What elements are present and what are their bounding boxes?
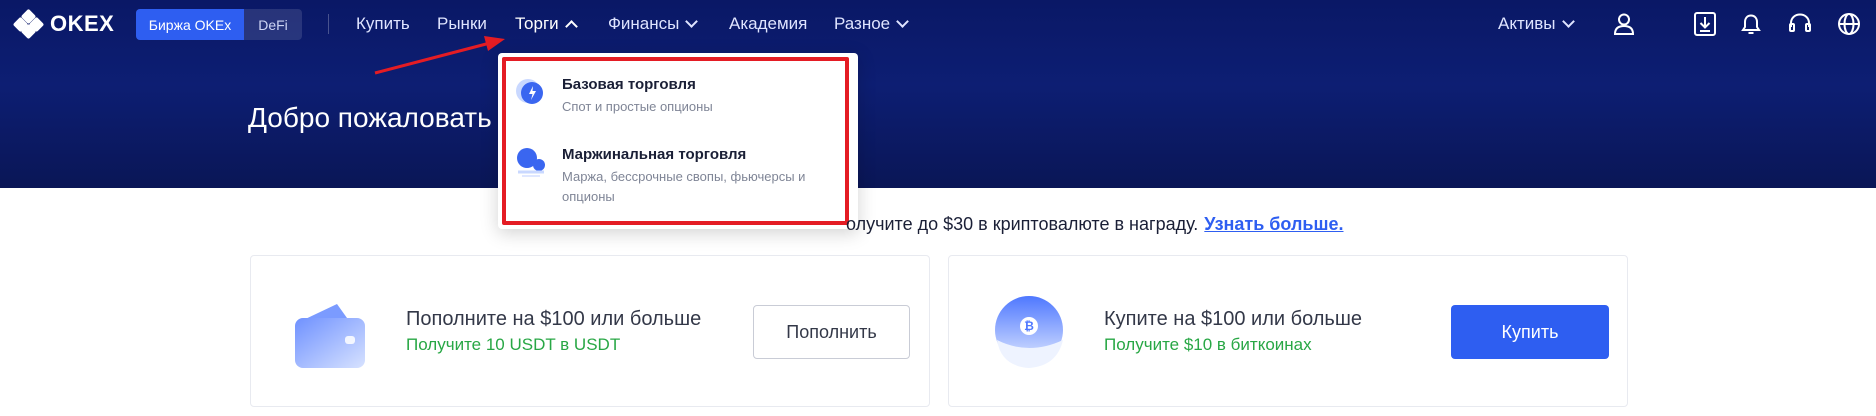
logo[interactable]: OKEX	[12, 8, 115, 40]
nav-divider	[328, 14, 329, 34]
margin-trading-subtitle-line2: опционы	[562, 189, 615, 204]
nav-markets-label: Рынки	[437, 14, 487, 33]
bell-icon[interactable]	[1738, 11, 1764, 37]
deposit-button[interactable]: Пополнить	[753, 305, 910, 359]
buy-card-title: Купите на $100 или больше	[1104, 308, 1363, 330]
page-root: Добро пожаловать в OKEX Биржа OKEx DeFi …	[0, 0, 1876, 416]
buy-card-subtitle: Получите $10 в биткоинах	[1104, 335, 1312, 354]
user-icon[interactable]	[1611, 11, 1637, 37]
nav-trade-label: Торги	[515, 14, 559, 33]
basic-trading-subtitle: Спот и простые опционы	[562, 99, 713, 114]
top-nav: OKEX Биржа OKEx DeFi Купить Рынки Торги …	[0, 0, 1876, 48]
download-icon[interactable]	[1692, 11, 1718, 37]
nav-more-label: Разное	[834, 14, 891, 33]
nav-assets-label: Активы	[1498, 14, 1556, 33]
nav-academy[interactable]: Академия	[729, 13, 807, 35]
chevron-down-icon	[685, 15, 699, 28]
nav-trade[interactable]: Торги	[515, 13, 578, 35]
basic-trading-icon	[514, 75, 548, 109]
logo-icon	[12, 8, 45, 40]
menu-item-basic-trading[interactable]: Базовая торговля Спот и простые опционы	[514, 75, 834, 117]
deposit-card-title: Пополните на $100 или больше	[406, 308, 702, 330]
logo-text: OKEX	[50, 11, 115, 36]
deposit-card: Пополните на $100 или больше Получите 10…	[250, 255, 930, 407]
wallet-icon	[289, 292, 373, 376]
headset-icon[interactable]	[1787, 11, 1813, 37]
nav-assets[interactable]: Активы	[1498, 13, 1575, 35]
learn-more-link[interactable]: Узнать больше.	[1204, 214, 1343, 234]
welcome-heading: Добро пожаловать в	[248, 102, 515, 133]
chevron-down-icon	[1561, 15, 1575, 28]
nav-buy-label: Купить	[356, 14, 410, 33]
margin-trading-subtitle: Маржа, бессрочные свопы, фьючерсы и опци…	[562, 167, 805, 207]
promo-line: олучите до $30 в криптовалюте в награду.…	[846, 214, 1344, 235]
buy-button[interactable]: Купить	[1451, 305, 1609, 359]
margin-trading-title: Маржинальная торговля	[562, 146, 747, 163]
tab-exchange[interactable]: Биржа OKEx	[136, 9, 244, 40]
nav-buy[interactable]: Купить	[356, 13, 410, 35]
menu-item-margin-trading[interactable]: Маржинальная торговля Маржа, бессрочные …	[514, 145, 834, 207]
globe-icon[interactable]	[1836, 11, 1862, 37]
margin-trading-subtitle-line1: Маржа, бессрочные свопы, фьючерсы и	[562, 169, 806, 184]
chevron-down-icon	[896, 15, 910, 28]
nav-finance-label: Финансы	[608, 14, 680, 33]
buy-card: ₿ Купите на $100 или больше Получите $10…	[948, 255, 1628, 407]
nav-more[interactable]: Разное	[834, 13, 910, 35]
svg-text:₿: ₿	[1024, 319, 1034, 333]
tab-defi[interactable]: DeFi	[244, 9, 302, 40]
promo-text: олучите до $30 в криптовалюте в награду.	[846, 214, 1199, 234]
deposit-card-subtitle: Получите 10 USDT в USDT	[406, 335, 621, 354]
trade-dropdown: Базовая торговля Спот и простые опционы …	[498, 53, 858, 229]
chevron-up-icon	[564, 19, 578, 33]
nav-markets[interactable]: Рынки	[437, 13, 487, 35]
bitcoin-icon: ₿	[987, 292, 1071, 376]
basic-trading-title: Базовая торговля	[562, 76, 696, 93]
platform-switch: Биржа OKEx DeFi	[136, 9, 302, 40]
nav-academy-label: Академия	[729, 14, 808, 33]
margin-trading-icon	[514, 145, 548, 179]
nav-finance[interactable]: Финансы	[608, 13, 699, 35]
